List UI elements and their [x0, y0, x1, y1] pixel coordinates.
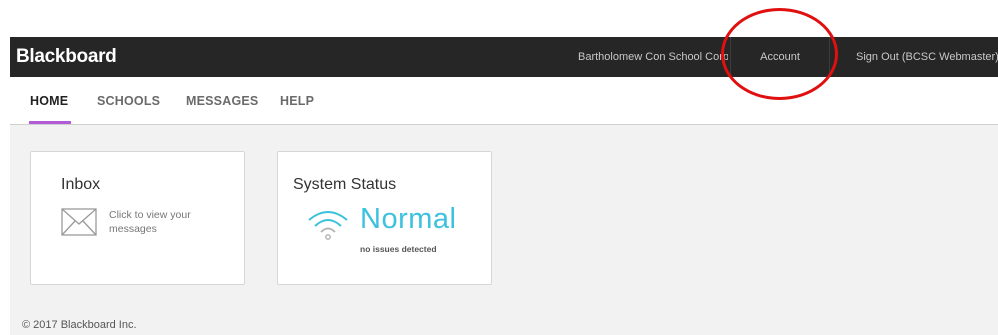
sign-out-link[interactable]: Sign Out (BCSC Webmaster)	[846, 37, 998, 77]
top-bar: Blackboard Bartholomew Con School Corp A…	[10, 37, 998, 77]
inbox-card[interactable]: Inbox Click to view your messages	[30, 151, 245, 285]
district-link[interactable]: Bartholomew Con School Corp	[578, 37, 728, 77]
envelope-icon	[61, 208, 97, 236]
system-status-card: System Status Normal no issues detected	[277, 151, 492, 285]
account-link[interactable]: Account	[730, 37, 830, 77]
system-status-title: System Status	[293, 176, 397, 193]
main-nav: HOME SCHOOLS MESSAGES HELP	[10, 77, 998, 125]
page: Blackboard Bartholomew Con School Corp A…	[0, 0, 998, 335]
tab-messages[interactable]: MESSAGES	[186, 94, 258, 108]
tab-help[interactable]: HELP	[280, 94, 314, 108]
system-status-subtext: no issues detected	[360, 244, 437, 254]
active-tab-indicator	[29, 121, 71, 124]
inbox-title: Inbox	[61, 176, 101, 193]
brand-logo[interactable]: Blackboard	[16, 46, 117, 68]
footer-copyright: © 2017 Blackboard Inc.	[22, 319, 137, 331]
inbox-link-text[interactable]: Click to view your messages	[109, 208, 229, 236]
wifi-icon	[308, 211, 348, 240]
tab-schools[interactable]: SCHOOLS	[97, 94, 160, 108]
dashboard-content: Inbox Click to view your messages System…	[10, 125, 998, 335]
tab-home[interactable]: HOME	[30, 94, 68, 108]
system-status-value: Normal	[360, 203, 457, 235]
